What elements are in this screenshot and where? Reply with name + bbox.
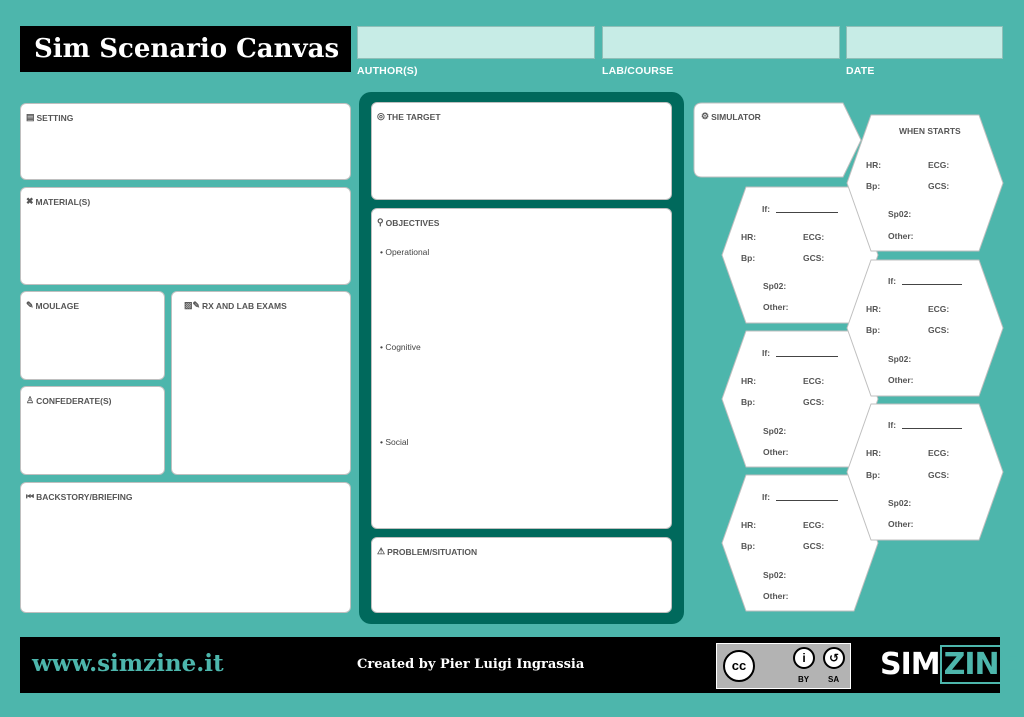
hex-spo2: Sp02:	[888, 354, 912, 364]
credit-text: Created by Pier Luigi Ingrassia	[357, 657, 585, 672]
footer: www.simzine.it Created by Pier Luigi Ing…	[20, 637, 1023, 693]
right-shapes	[693, 102, 1004, 612]
hex-if-line	[902, 428, 962, 429]
hex-if: If:	[762, 348, 771, 358]
hex-other: Other:	[763, 447, 789, 457]
hex-if-line	[776, 212, 838, 213]
hex-hr: HR:	[741, 520, 757, 530]
sa-label: SA	[828, 675, 840, 684]
start-gcs: GCS:	[928, 181, 950, 191]
hex-bp: Bp:	[741, 541, 756, 551]
when-starts-label: WHEN STARTS	[899, 126, 961, 136]
hex-other: Other:	[888, 375, 914, 385]
hex-bp: Bp:	[741, 397, 756, 407]
hex-group	[721, 114, 1004, 612]
hex-hr: HR:	[741, 376, 757, 386]
hex-ecg: ECG:	[803, 520, 825, 530]
hex-gcs: GCS:	[928, 325, 950, 335]
hex-gcs: GCS:	[803, 541, 825, 551]
start-bp: Bp:	[866, 181, 881, 191]
hex-if-line	[776, 356, 838, 357]
hex-if-line	[902, 284, 962, 285]
gears-icon: ⚙	[701, 111, 710, 121]
hex-ecg: ECG:	[928, 304, 950, 314]
by-label: BY	[798, 675, 810, 684]
hex-gcs: GCS:	[928, 470, 950, 480]
simzine-logo: SIM ZINE	[880, 645, 1023, 685]
hex-if: If:	[888, 276, 897, 286]
start-spo2: Sp02:	[888, 209, 912, 219]
hex-hr: HR:	[866, 448, 882, 458]
hex-other: Other:	[763, 302, 789, 312]
hex-bp: Bp:	[866, 470, 881, 480]
hex-spo2: Sp02:	[763, 426, 787, 436]
hex-ecg: ECG:	[928, 448, 950, 458]
hex-gcs: GCS:	[803, 253, 825, 263]
hex-if: If:	[762, 204, 771, 214]
hex-spo2: Sp02:	[888, 498, 912, 508]
start-ecg: ECG:	[928, 160, 950, 170]
by-icon: i	[793, 647, 815, 669]
hex-ecg: ECG:	[803, 376, 825, 386]
start-other: Other:	[888, 231, 914, 241]
hex-other: Other:	[763, 591, 789, 601]
cc-license-badge[interactable]: cc i ↺ BY SA	[716, 643, 851, 689]
site-link[interactable]: www.simzine.it	[32, 650, 224, 677]
hex-bp: Bp:	[866, 325, 881, 335]
hex-hr: HR:	[866, 304, 882, 314]
hex-spo2: Sp02:	[763, 281, 787, 291]
simulator-label-row: ⚙ SIMULATOR	[701, 111, 761, 122]
hex-if-line	[776, 500, 838, 501]
hex-hr: HR:	[741, 232, 757, 242]
hex-other: Other:	[888, 519, 914, 529]
start-hr: HR:	[866, 160, 882, 170]
hex-if: If:	[762, 492, 771, 502]
sa-icon: ↺	[823, 647, 845, 669]
simulator-label: SIMULATOR	[711, 111, 761, 122]
cc-icon: cc	[723, 650, 755, 682]
hex-if: If:	[888, 420, 897, 430]
hex-spo2: Sp02:	[763, 570, 787, 580]
hex-ecg: ECG:	[803, 232, 825, 242]
hex-bp: Bp:	[741, 253, 756, 263]
hex-gcs: GCS:	[803, 397, 825, 407]
